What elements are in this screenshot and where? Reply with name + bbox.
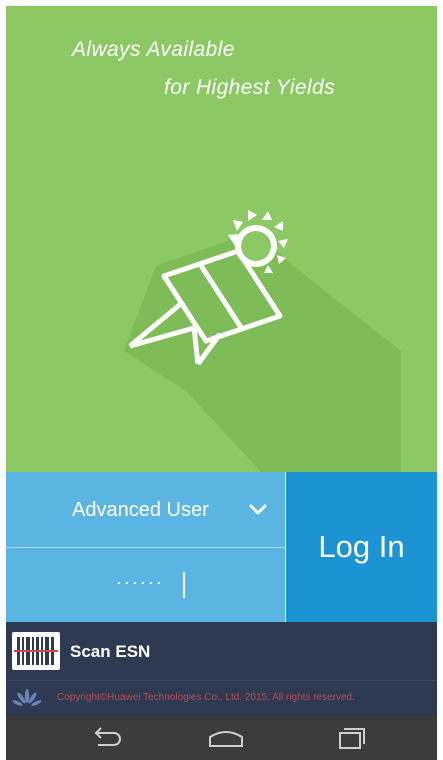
system-navigation-bar [6, 716, 437, 760]
login-button[interactable]: Log In [286, 472, 437, 622]
recent-apps-icon[interactable] [334, 725, 370, 751]
scan-esn-button[interactable]: Scan ESN [6, 622, 437, 680]
user-type-value: Advanced User [72, 499, 209, 521]
login-form: Advanced User ······ Log In [6, 472, 437, 622]
user-type-dropdown[interactable]: Advanced User [6, 472, 285, 548]
text-caret [183, 572, 185, 598]
back-icon[interactable] [88, 725, 124, 751]
solar-panel-sun-icon [124, 210, 401, 472]
password-input[interactable]: ······ [6, 549, 285, 622]
home-icon[interactable] [206, 725, 246, 751]
password-masked-value: ······ [116, 572, 164, 592]
copyright-footer: Copyright©Huawei Technologies Co., Ltd. … [6, 680, 437, 716]
app-screen: Always Available for Highest Yields Adva… [6, 6, 437, 760]
chevron-down-icon [249, 504, 267, 515]
copyright-text: Copyright©Huawei Technologies Co., Ltd. … [57, 692, 355, 703]
scan-esn-label: Scan ESN [70, 642, 151, 661]
huawei-logo-icon [13, 689, 41, 706]
credentials-panel: Advanced User ······ [6, 472, 285, 622]
hero-banner: Always Available for Highest Yields [6, 6, 437, 472]
barcode-scan-icon [12, 632, 60, 670]
login-button-label: Log In [318, 529, 405, 564]
